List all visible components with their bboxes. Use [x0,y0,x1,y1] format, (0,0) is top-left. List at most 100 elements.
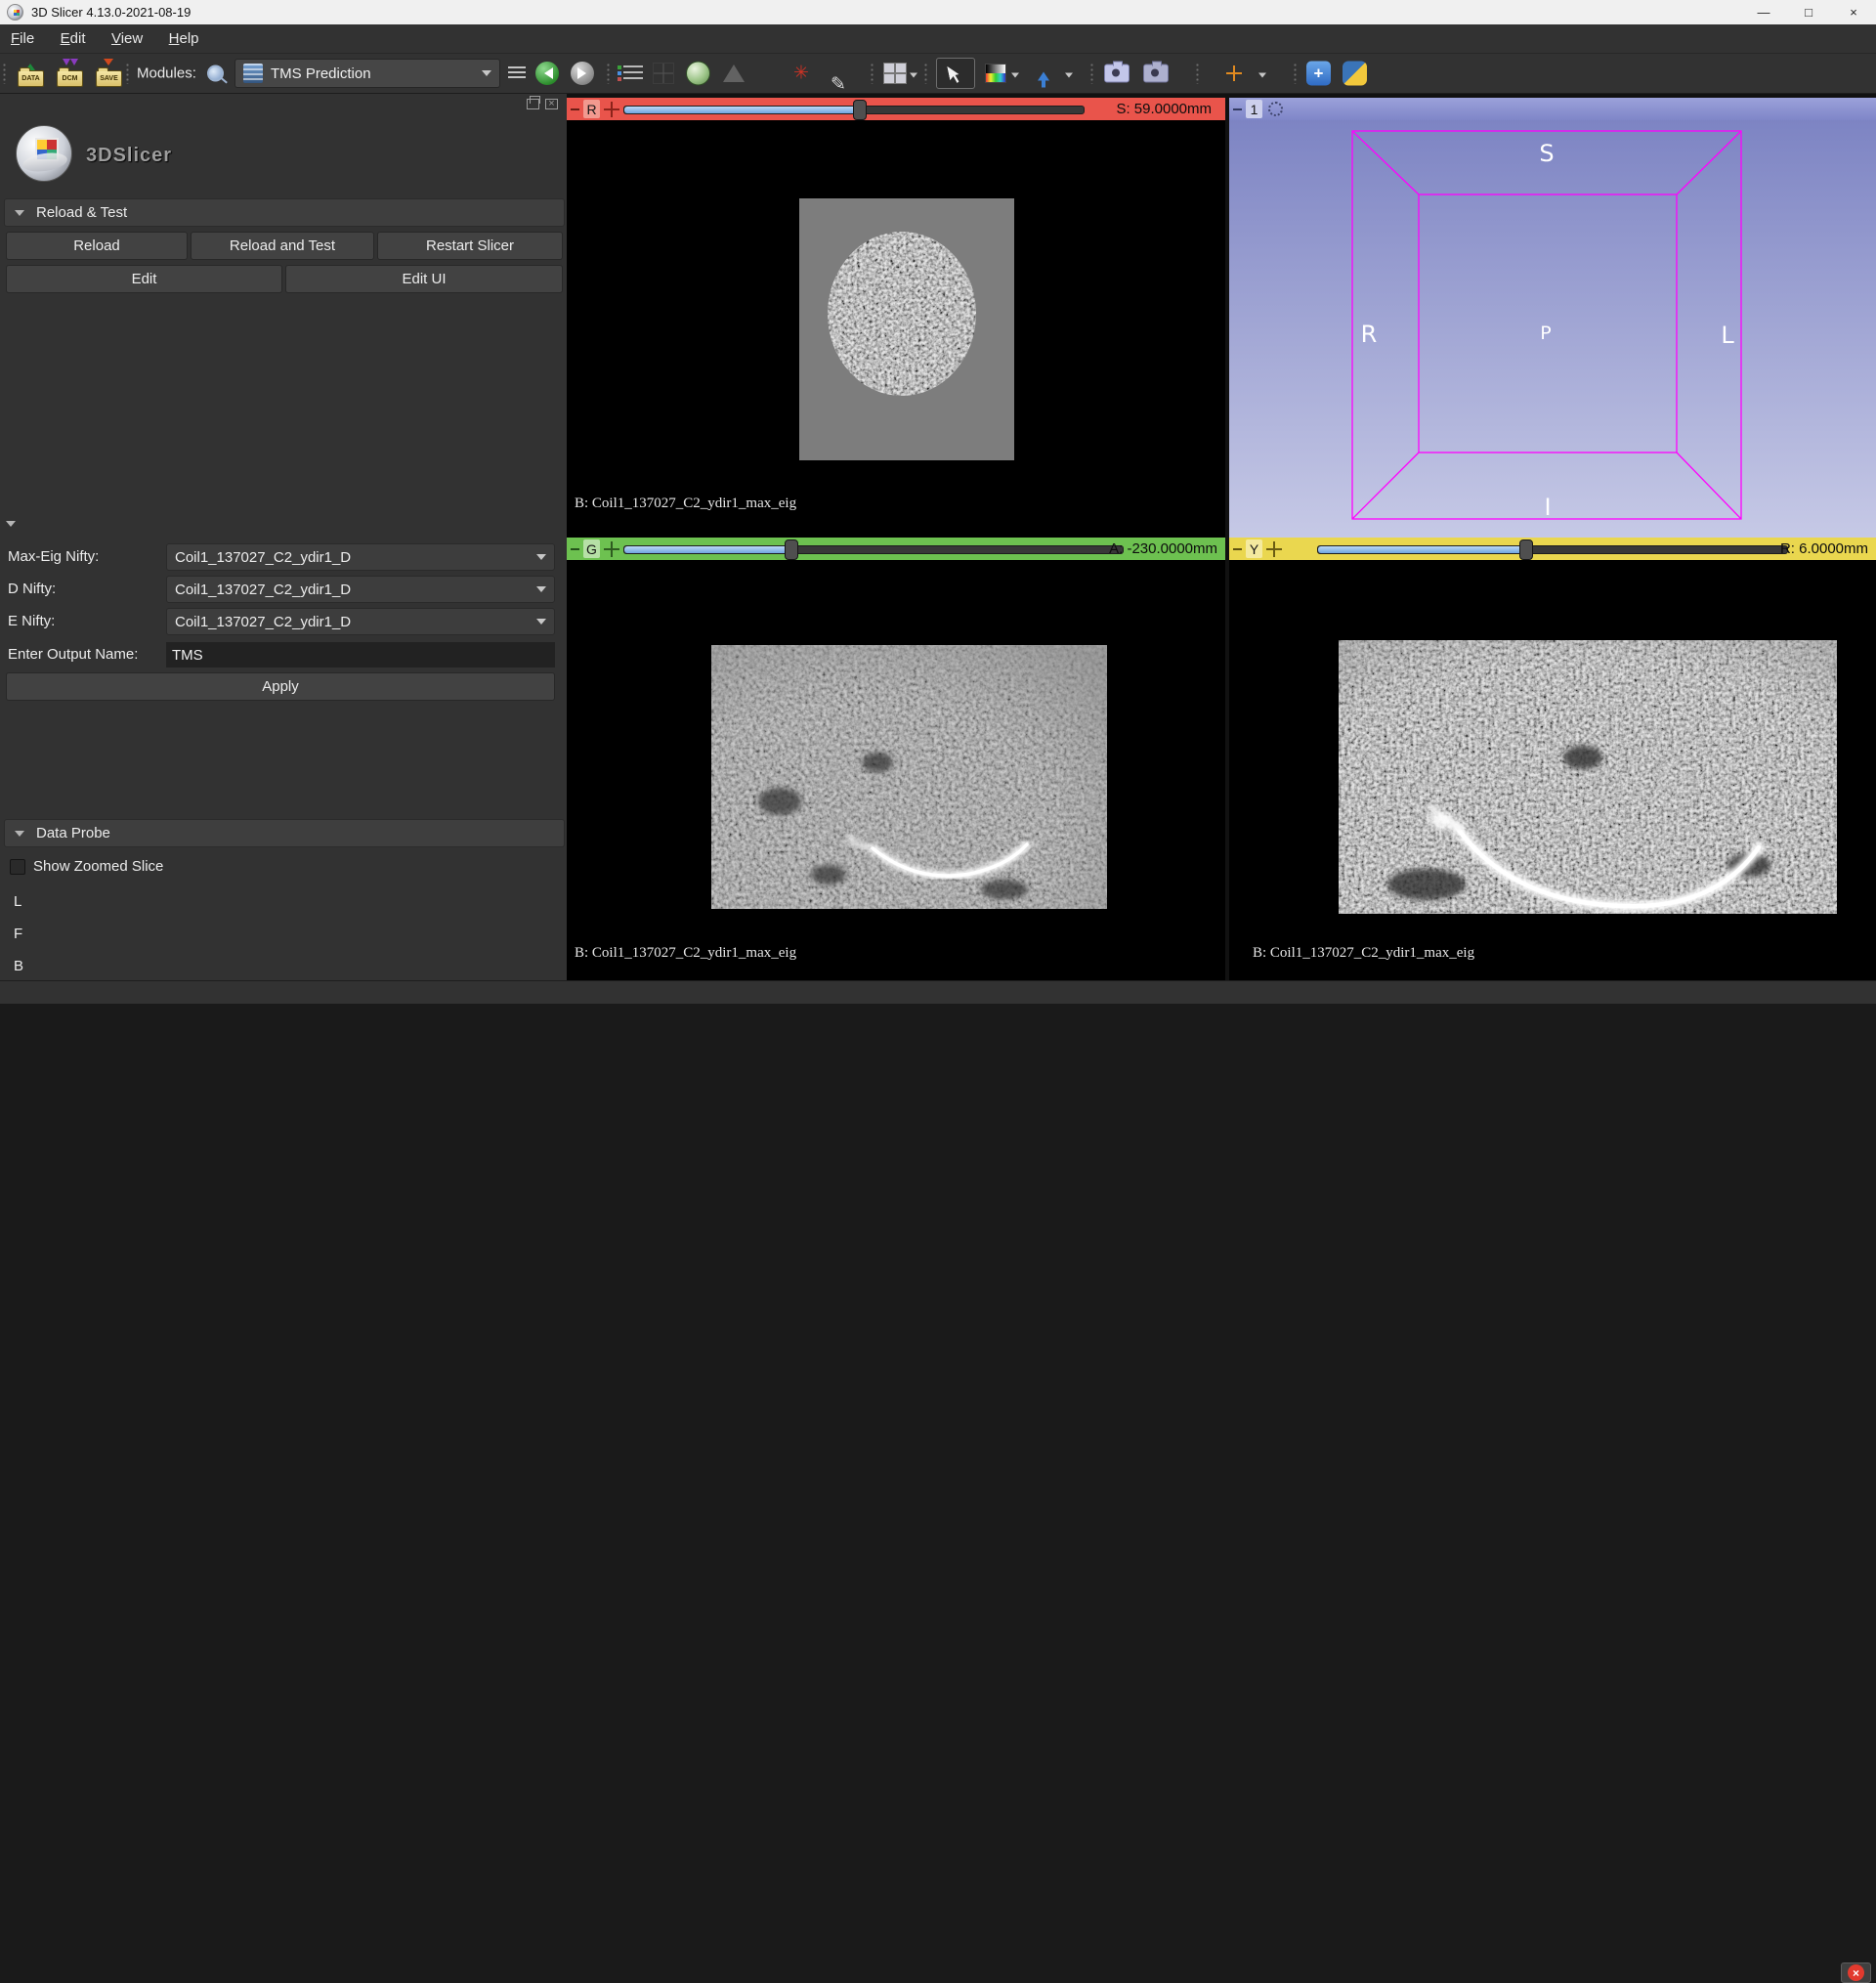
save-label: SAVE [96,70,122,87]
pin-icon[interactable] [571,548,579,550]
module-selector-combobox[interactable]: TMS Prediction [234,59,500,88]
minimize-button[interactable]: — [1741,0,1786,24]
load-data-icon[interactable]: DATA [16,59,45,88]
slider-thumb[interactable] [785,539,798,560]
sagittal-slice-image [1339,640,1837,914]
screenshot-icon[interactable] [1104,65,1130,83]
menu-file[interactable]: File [0,24,45,53]
install-extensions-icon[interactable]: + [1306,62,1331,86]
e-nifty-label: E Nifty: [8,608,55,635]
d-nifty-combobox[interactable]: Coil1_137027_C2_ydir1_D [166,576,555,603]
extensions-cube-icon[interactable] [653,63,674,84]
toolbar-grip[interactable] [2,63,7,84]
slicer-logo [16,125,72,182]
close-button[interactable]: × [1831,0,1876,24]
e-nifty-combobox[interactable]: Coil1_137027_C2_ydir1_D [166,608,555,635]
slice-intersection-icon[interactable] [604,541,619,557]
toolbar-grip[interactable] [1195,63,1200,84]
close-panel-icon[interactable]: × [545,99,558,109]
pin-icon[interactable] [1233,108,1242,110]
reload-test-section-header[interactable]: Reload & Test [4,198,565,227]
import-dicom-icon[interactable]: DCM [55,59,84,88]
module-forward-icon[interactable] [571,62,594,85]
module-back-icon[interactable] [535,62,559,85]
toolbar-grip[interactable] [606,63,611,84]
view-layout-area: R S: 59.0000mm [567,94,1876,980]
chevron-down-icon[interactable] [910,73,917,82]
transforms-pencil-icon[interactable]: ✎ [831,73,846,95]
error-log-button[interactable]: × [1841,1962,1871,1983]
chevron-down-icon [536,619,546,629]
toolbar-grip[interactable] [125,63,130,84]
green-corner-annotation: B: Coil1_137027_C2_ydir1_max_eig [575,945,796,962]
threeD-viewport[interactable]: S R P L I [1229,120,1876,538]
chevron-down-icon [482,70,491,81]
green-slice-viewport[interactable]: B: Coil1_137027_C2_ydir1_max_eig [567,560,1225,980]
toolbar-grip[interactable] [1089,63,1094,84]
mesh-icon[interactable] [723,65,745,82]
data-probe-section-header[interactable]: Data Probe [4,819,565,847]
view-options-gear-icon[interactable] [1268,102,1283,116]
python-console-icon[interactable] [1343,62,1367,86]
show-zoomed-slice-checkbox[interactable] [10,859,25,875]
green-slice-controller-bar: G A: -230.0000mm [567,538,1225,560]
slider-thumb[interactable] [1519,539,1533,560]
restart-slicer-button[interactable]: Restart Slicer [377,232,563,260]
maximize-button[interactable]: □ [1786,0,1831,24]
undock-panel-icon[interactable] [527,99,539,109]
reload-button[interactable]: Reload [6,232,188,260]
dicom-label: DCM [57,70,83,87]
chevron-down-icon[interactable] [1065,73,1073,82]
green-slice-offset: A: -230.0000mm [1109,540,1217,557]
scene-views-icon[interactable] [1143,65,1169,83]
reload-and-test-button[interactable]: Reload and Test [191,232,374,260]
title-bar: 3D Slicer 4.13.0-2021-08-19 — □ × [0,0,1876,24]
mouse-interaction-button[interactable] [936,58,975,89]
module-search-icon[interactable] [207,65,224,82]
modules-label: Modules: [137,65,196,82]
markups-icon[interactable]: ✳ [793,65,809,83]
green-view-label[interactable]: G [583,539,600,558]
edit-button[interactable]: Edit [6,265,282,293]
slider-thumb[interactable] [853,100,867,120]
slice-intersection-icon[interactable] [604,102,619,117]
toolbar-grip[interactable] [1293,63,1298,84]
crosshair-icon[interactable] [1226,65,1242,81]
red-slice-viewport[interactable]: B: Coil1_137027_C2_ydir1_max_eig [567,120,1225,538]
red-view-label[interactable]: R [583,100,600,118]
toolbar-grip[interactable] [870,63,874,84]
layout-selector-icon[interactable] [883,63,907,84]
menu-edit[interactable]: Edit [50,24,97,53]
slider-fill [624,546,790,553]
show-zoomed-slice-label: Show Zoomed Slice [33,858,163,875]
apply-button[interactable]: Apply [6,672,555,701]
probe-row-b: B [14,958,23,974]
module-history-icon[interactable] [508,66,526,80]
axis-letter-right: R [1361,321,1378,348]
volume-rendering-sphere-icon[interactable] [686,62,710,86]
green-slice-slider[interactable] [623,545,1124,554]
window-level-icon[interactable] [985,64,1006,83]
slice-intersection-icon[interactable] [1266,541,1282,557]
yellow-view-label[interactable]: Y [1246,539,1262,558]
toolbar-grip[interactable] [923,63,928,84]
menu-view[interactable]: View [101,24,153,53]
save-data-icon[interactable]: SAVE [94,59,123,88]
yellow-slice-viewport[interactable]: B: Coil1_137027_C2_ydir1_max_eig [1229,560,1876,980]
module-finder-icon[interactable] [623,65,643,81]
section-collapse-arrow[interactable] [6,521,16,532]
max-eig-nifty-combobox[interactable]: Coil1_137027_C2_ydir1_D [166,543,555,571]
menu-help[interactable]: Help [158,24,210,53]
yellow-slice-slider[interactable] [1317,545,1788,554]
output-name-input[interactable] [166,642,555,668]
pin-icon[interactable] [571,108,579,110]
favorite-module-icon[interactable] [1038,66,1049,81]
red-slice-slider[interactable] [623,106,1085,114]
edit-ui-button[interactable]: Edit UI [285,265,563,293]
pin-icon[interactable] [1233,548,1242,550]
slicer-logo-text: 3DSlicer [86,145,172,167]
threeD-view-label[interactable]: 1 [1246,100,1262,118]
chevron-down-icon[interactable] [1258,73,1266,82]
yellow-slice-offset: R: 6.0000mm [1780,540,1868,557]
chevron-down-icon[interactable] [1011,73,1019,82]
